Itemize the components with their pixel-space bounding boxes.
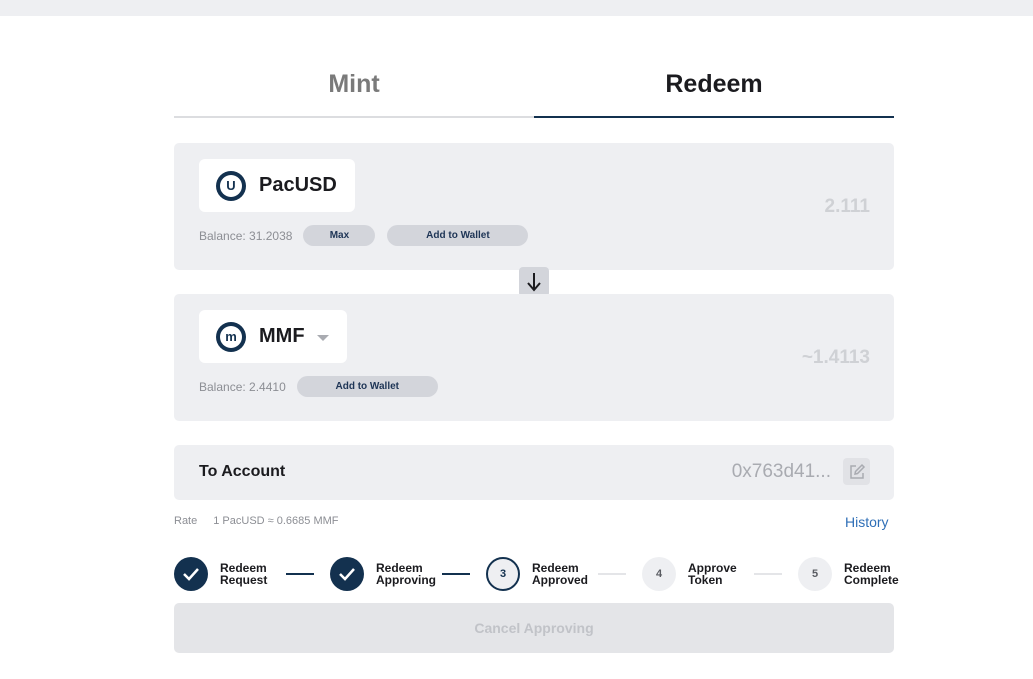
step-5-circle: 5: [798, 557, 832, 591]
step-2-label: Redeem Approving: [376, 561, 436, 587]
mmf-logo-glyph: m: [220, 325, 242, 348]
mode-tabs: Mint Redeem: [174, 60, 894, 120]
rate-label: Rate: [174, 515, 198, 527]
to-add-to-wallet-button[interactable]: Add to Wallet: [296, 376, 438, 397]
step-1-check-icon: [174, 557, 208, 591]
from-amount-input[interactable]: 2.111: [825, 196, 870, 218]
rate-value: 1 PacUSD ≈ 0.6685 MMF: [213, 515, 339, 527]
to-account-card: To Account 0x763d41...: [174, 445, 894, 500]
to-token-selector[interactable]: m MMF: [199, 310, 347, 363]
edit-icon: [849, 463, 865, 479]
from-token-name: PacUSD: [259, 174, 337, 196]
step-3-circle: 3: [486, 557, 520, 591]
pacusd-logo-icon: U: [216, 170, 246, 201]
step-connector: [598, 573, 626, 575]
cancel-approving-button[interactable]: Cancel Approving: [174, 603, 894, 653]
from-balance: Balance: 31.2038: [199, 228, 293, 243]
step-2-check-icon: [330, 557, 364, 591]
edit-account-button[interactable]: [843, 458, 870, 485]
to-balance: Balance: 2.4410: [199, 379, 286, 394]
swap-direction-button[interactable]: [519, 267, 549, 297]
to-token-name: MMF: [259, 325, 305, 347]
history-link[interactable]: History: [845, 514, 889, 530]
to-token-card: m MMF Balance: 2.4410 Add to Wallet ~1.4…: [174, 294, 894, 421]
chevron-down-icon: [316, 334, 329, 341]
step-connector: [286, 573, 314, 575]
mmf-logo-icon: m: [216, 321, 246, 352]
progress-stepper: Redeem Request Redeem Approving 3 Redeem Ap…: [174, 557, 904, 593]
step-connector: [754, 573, 782, 575]
step-1-label: Redeem Request: [220, 561, 268, 587]
arrow-down-icon: [527, 273, 541, 292]
step-4-circle: 4: [642, 557, 676, 591]
tab-redeem[interactable]: Redeem: [534, 60, 894, 118]
from-balance-row: Balance: 31.2038 Max Add to Wallet: [199, 225, 540, 246]
rate-row: Rate 1 PacUSD ≈ 0.6685 MMF: [174, 515, 339, 527]
step-3-label: Redeem Approved: [532, 561, 589, 587]
max-button[interactable]: Max: [303, 225, 376, 246]
tab-mint[interactable]: Mint: [174, 60, 534, 118]
step-connector: [442, 573, 470, 575]
from-token-card: U PacUSD Balance: 31.2038 Max Add to Wal…: [174, 143, 894, 270]
top-bar: [0, 0, 1033, 16]
from-add-to-wallet-button[interactable]: Add to Wallet: [387, 225, 529, 246]
pacusd-logo-glyph: U: [220, 174, 242, 197]
to-account-address: 0x763d41...: [731, 461, 831, 482]
step-4-label: Approve Token: [688, 561, 737, 587]
to-balance-row: Balance: 2.4410 Add to Wallet: [199, 376, 450, 397]
to-account-label: To Account: [199, 463, 286, 480]
to-amount-output: ~1.4113: [801, 347, 870, 368]
from-token-selector[interactable]: U PacUSD: [199, 159, 355, 212]
step-5-label: Redeem Complete: [844, 561, 899, 587]
